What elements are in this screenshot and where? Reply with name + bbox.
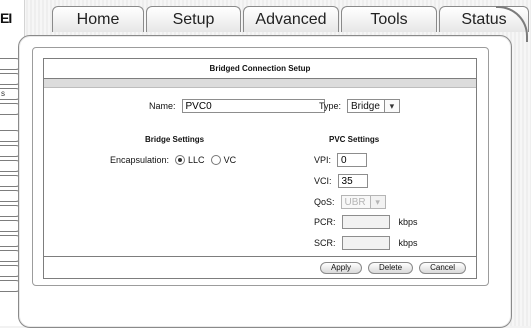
- pcr-input: [341, 215, 390, 229]
- tab-advanced[interactable]: Advanced: [243, 6, 339, 32]
- tab-tools-label: Tools: [370, 10, 408, 28]
- scr-label: SCR:: [314, 238, 336, 248]
- pcr-row: PCR: kbps: [314, 215, 418, 229]
- encapsulation-label: Encapsulation:: [110, 155, 170, 165]
- qos-label: QoS:: [314, 197, 335, 207]
- main-tabs: Home Setup Advanced Tools Status: [52, 6, 531, 35]
- type-select-value: Bridge: [351, 100, 380, 112]
- tab-setup-label: Setup: [172, 10, 215, 28]
- radio-selected-icon[interactable]: [175, 155, 186, 165]
- action-button-bar: Apply Delete Cancel: [44, 256, 476, 278]
- tab-home[interactable]: Home: [52, 6, 144, 32]
- panel-title: Bridged Connection Setup: [44, 59, 476, 79]
- title-separator-bar: [44, 79, 476, 88]
- pcr-label: PCR:: [314, 217, 336, 227]
- pvc-settings-heading: PVC Settings: [329, 135, 380, 144]
- name-row: Name:: [149, 99, 325, 113]
- scr-row: SCR: kbps: [314, 236, 418, 250]
- scr-units: kbps: [398, 238, 418, 248]
- qos-select: UBR ▾: [340, 195, 386, 209]
- pcr-units: kbps: [398, 217, 418, 227]
- left-rail-tab-3-label: s: [1, 89, 5, 98]
- vpi-row: VPI:: [314, 153, 368, 167]
- encapsulation-row: Encapsulation: LLC VC: [110, 155, 236, 165]
- delete-button[interactable]: Delete: [367, 261, 414, 274]
- tab-advanced-label: Advanced: [255, 10, 327, 28]
- qos-row: QoS: UBR ▾: [314, 195, 386, 209]
- vpi-input[interactable]: [337, 153, 368, 167]
- type-row: Type: Bridge ▾: [319, 99, 400, 113]
- brand-fragment: EI: [0, 10, 12, 26]
- apply-button[interactable]: Apply: [319, 261, 362, 274]
- name-label: Name:: [149, 101, 176, 111]
- vci-input[interactable]: [337, 174, 368, 188]
- vpi-label: VPI:: [314, 155, 332, 165]
- tab-setup[interactable]: Setup: [146, 6, 241, 32]
- name-input[interactable]: [181, 99, 325, 113]
- qos-select-value: UBR: [344, 196, 366, 208]
- vci-label: VCI:: [314, 176, 332, 186]
- encapsulation-llc-label: LLC: [188, 155, 205, 165]
- bridged-setup-inner: Bridged Connection Setup Name: Type: Bri…: [43, 58, 477, 279]
- type-label: Type:: [319, 101, 342, 111]
- cancel-button[interactable]: Cancel: [419, 261, 466, 274]
- encapsulation-option-vc[interactable]: VC: [210, 155, 237, 165]
- tab-home-label: Home: [76, 10, 120, 28]
- chevron-down-icon: ▾: [369, 196, 385, 208]
- bridged-setup-panel: Bridged Connection Setup Name: Type: Bri…: [32, 47, 489, 286]
- encapsulation-option-llc[interactable]: LLC: [175, 155, 205, 165]
- radio-unselected-icon[interactable]: [210, 155, 221, 165]
- chevron-down-icon: ▾: [383, 100, 399, 112]
- scr-input: [341, 236, 390, 250]
- type-select[interactable]: Bridge ▾: [347, 99, 400, 113]
- vci-row: VCI:: [314, 174, 368, 188]
- bridge-settings-heading: Bridge Settings: [145, 135, 205, 144]
- tab-tools[interactable]: Tools: [341, 6, 437, 32]
- top-nav: Home Setup Advanced Tools Status: [28, 6, 531, 42]
- encapsulation-vc-label: VC: [223, 155, 237, 165]
